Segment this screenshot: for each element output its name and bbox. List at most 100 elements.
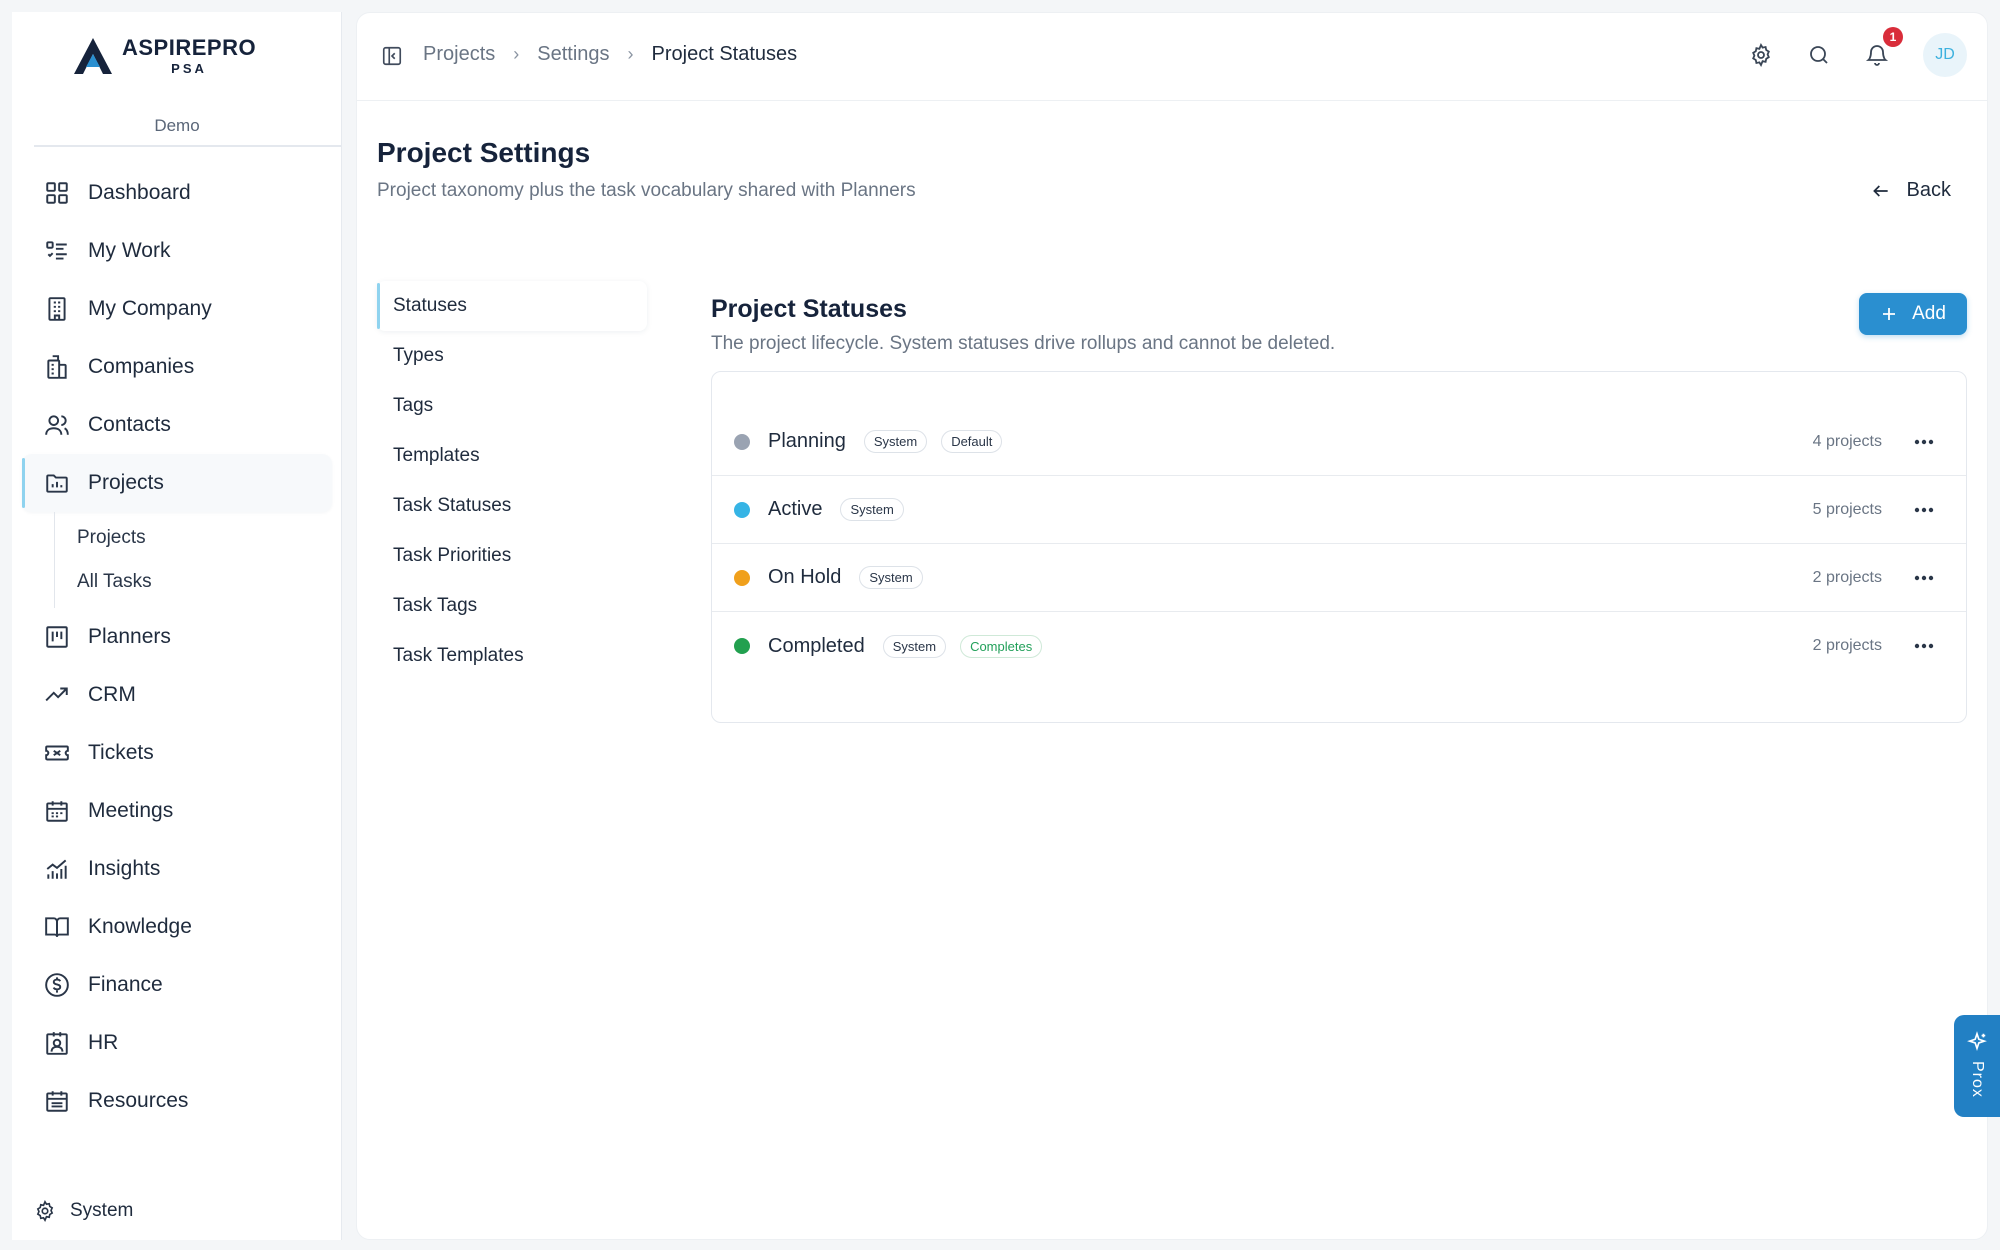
subnav-item-projects[interactable]: Projects: [55, 516, 342, 560]
status-row-planning[interactable]: Planning System Default 4 projects: [712, 408, 1966, 476]
settings-tab-task-tags[interactable]: Task Tags: [377, 581, 647, 631]
sidebar-item-label: Knowledge: [88, 915, 192, 938]
breadcrumb-current: Project Statuses: [651, 43, 798, 65]
settings-tab-task-templates[interactable]: Task Templates: [377, 631, 647, 681]
avatar[interactable]: JD: [1923, 33, 1967, 77]
status-color-dot: [734, 501, 750, 518]
plus-icon: [1883, 308, 1896, 320]
page-subtitle: Project taxonomy plus the task vocabular…: [377, 180, 916, 201]
divider: [34, 145, 341, 147]
sidebar-item-crm[interactable]: CRM: [22, 666, 342, 724]
more-options-button[interactable]: [1910, 498, 1938, 522]
grid-icon: [46, 182, 68, 204]
sidebar-item-label: Contacts: [88, 413, 171, 436]
users-icon: [45, 415, 69, 435]
top-bar: Projects › Settings › Project Statuses 1…: [357, 13, 1987, 101]
brand-logo[interactable]: ASPIREPRO PSA: [72, 36, 256, 76]
buildings-icon: [47, 355, 67, 379]
system-tag: System: [840, 498, 904, 521]
arrow-left-icon: [1872, 184, 1888, 197]
more-options-button[interactable]: [1910, 430, 1938, 454]
ticket-icon: [45, 745, 69, 761]
more-options-button[interactable]: [1910, 566, 1938, 590]
chevron-right-icon: ›: [627, 44, 634, 64]
more-horizontal-icon: [1914, 575, 1934, 580]
sidebar-item-knowledge[interactable]: Knowledge: [22, 898, 342, 956]
top-actions: 1 JD: [1749, 27, 1967, 77]
prox-assistant-tab[interactable]: Prox: [1954, 1015, 2000, 1117]
status-name[interactable]: Completed: [768, 635, 865, 658]
sidebar-item-contacts[interactable]: Contacts: [22, 396, 342, 454]
status-row-completed[interactable]: Completed System Completes 2 projects: [712, 612, 1966, 680]
system-tag: System: [859, 566, 923, 589]
system-tag: System: [863, 430, 928, 453]
breadcrumb-settings[interactable]: Settings: [537, 43, 609, 66]
sidebar-item-meetings[interactable]: Meetings: [22, 782, 342, 840]
sidebar-item-tickets[interactable]: Tickets: [22, 724, 342, 782]
bell-icon: [1865, 45, 1889, 66]
sidebar-item-dashboard[interactable]: Dashboard: [22, 164, 342, 222]
notifications-button[interactable]: 1: [1865, 27, 1903, 67]
page-title: Project Settings: [377, 137, 591, 168]
sidebar-system-link[interactable]: System: [34, 1200, 133, 1222]
settings-tab-tags[interactable]: Tags: [377, 381, 647, 431]
sidebar-item-my-work[interactable]: My Work: [22, 222, 342, 280]
settings-gear-icon[interactable]: [1749, 43, 1773, 67]
settings-tab-task-statuses[interactable]: Task Statuses: [377, 481, 647, 531]
breadcrumb-projects[interactable]: Projects: [423, 43, 495, 66]
sidebar-item-finance[interactable]: Finance: [22, 956, 342, 1014]
sidebar-item-label: Finance: [88, 973, 163, 996]
subnav-item-all-tasks[interactable]: All Tasks: [55, 560, 342, 604]
back-label: Back: [1906, 179, 1951, 201]
sidebar-item-label: Insights: [88, 857, 161, 880]
main-nav: Dashboard My Work My Company Companies C…: [22, 164, 342, 1130]
status-list: Planning System Default 4 projects Activ…: [711, 371, 1967, 723]
settings-tab-statuses[interactable]: Statuses: [377, 281, 647, 331]
sidebar-item-my-company[interactable]: My Company: [22, 280, 342, 338]
trend-icon: [45, 687, 68, 702]
chart-icon: [46, 859, 67, 879]
main-panel: Projects › Settings › Project Statuses 1…: [356, 12, 1988, 1240]
sidebar-toggle-icon[interactable]: [381, 45, 403, 67]
sidebar-item-hr[interactable]: HR: [22, 1014, 342, 1072]
more-horizontal-icon: [1914, 507, 1934, 512]
checklist-icon: [46, 241, 67, 260]
sidebar-item-insights[interactable]: Insights: [22, 840, 342, 898]
more-options-button[interactable]: [1910, 634, 1938, 658]
settings-tab-types[interactable]: Types: [377, 331, 647, 381]
folder-chart-icon: [46, 474, 68, 493]
brand-sub: PSA: [171, 61, 207, 76]
status-color-dot: [734, 638, 750, 654]
project-count: 4 projects: [1812, 432, 1882, 450]
system-label: System: [70, 1200, 134, 1221]
section-subtitle: The project lifecycle. System statuses d…: [711, 333, 1336, 354]
sidebar-item-label: CRM: [88, 683, 136, 706]
add-status-button[interactable]: Add: [1859, 293, 1967, 335]
settings-tab-task-priorities[interactable]: Task Priorities: [377, 531, 647, 581]
sidebar-item-projects[interactable]: Projects: [22, 454, 332, 512]
status-name[interactable]: Active: [768, 498, 822, 521]
status-name[interactable]: On Hold: [768, 566, 841, 589]
search-icon[interactable]: [1807, 43, 1831, 67]
chevron-right-icon: ›: [513, 44, 520, 64]
sidebar-item-resources[interactable]: Resources: [22, 1072, 342, 1130]
more-horizontal-icon: [1914, 643, 1934, 649]
sidebar-item-label: Planners: [88, 625, 171, 648]
sidebar-item-companies[interactable]: Companies: [22, 338, 342, 396]
sidebar-item-label: Tickets: [88, 741, 154, 764]
gear-icon: [36, 1200, 54, 1222]
status-row-on-hold[interactable]: On Hold System 2 projects: [712, 544, 1966, 612]
project-count: 2 projects: [1812, 637, 1882, 654]
settings-tab-templates[interactable]: Templates: [377, 431, 647, 481]
badge-icon: [46, 1032, 68, 1055]
breadcrumb: Projects › Settings › Project Statuses: [423, 43, 797, 66]
sidebar-item-label: My Work: [88, 239, 171, 262]
projects-subnav: Projects All Tasks: [54, 512, 342, 608]
prox-label: Prox: [1969, 1061, 1986, 1098]
back-button[interactable]: Back: [1871, 179, 1951, 202]
status-row-active[interactable]: Active System 5 projects: [712, 476, 1966, 544]
sidebar-item-planners[interactable]: Planners: [22, 608, 342, 666]
system-tag: System: [882, 634, 947, 658]
logo-mark-icon: [74, 38, 112, 74]
status-name[interactable]: Planning: [768, 430, 846, 453]
